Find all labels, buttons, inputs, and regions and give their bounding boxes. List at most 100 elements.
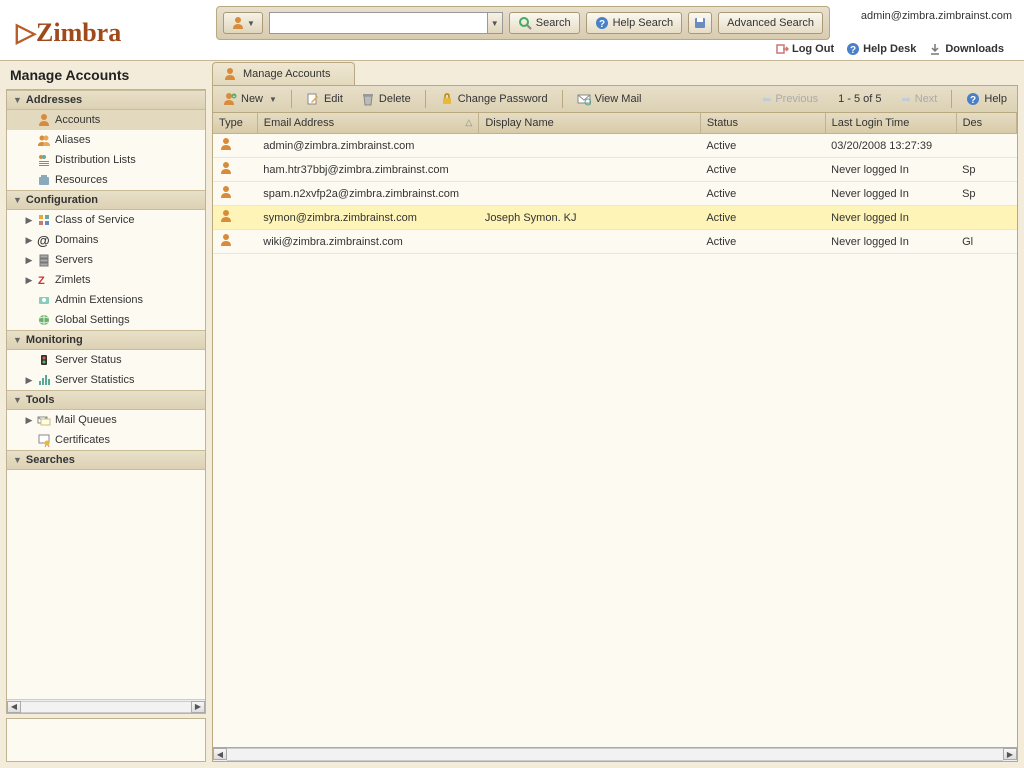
search-input-container: ▼: [269, 12, 503, 34]
downloads-link[interactable]: Downloads: [928, 42, 1004, 56]
col-desc[interactable]: Des: [956, 113, 1016, 134]
sidebar-item-class-of-service[interactable]: ▶Class of Service: [7, 210, 205, 230]
sidebar-item-server-status[interactable]: Server Status: [7, 350, 205, 370]
section-header-addresses[interactable]: ▼ Addresses: [7, 90, 205, 110]
section-header-configuration[interactable]: ▼ Configuration: [7, 190, 205, 210]
cell-email: wiki@zimbra.zimbrainst.com: [257, 230, 479, 254]
search-bar: ▼ ▼ Search ? Help Search: [216, 6, 830, 40]
col-display[interactable]: Display Name: [479, 113, 701, 134]
section-header-tools[interactable]: ▼ Tools: [7, 390, 205, 410]
col-status[interactable]: Status: [700, 113, 825, 134]
person-add-icon: +: [223, 92, 237, 106]
table-row[interactable]: spam.n2xvfp2a@zimbra.zimbrainst.comActiv…: [213, 182, 1017, 206]
search-button[interactable]: Search: [509, 12, 580, 34]
table-row[interactable]: admin@zimbra.zimbrainst.comActive03/20/2…: [213, 134, 1017, 158]
cell-desc: Sp: [956, 182, 1016, 206]
svg-text:+: +: [233, 94, 236, 100]
scroll-left-icon[interactable]: ◀: [7, 701, 21, 713]
cell-status: Active: [700, 182, 825, 206]
cell-display: [479, 134, 701, 158]
new-button[interactable]: + New ▼: [219, 90, 281, 108]
person-icon: [219, 185, 233, 199]
sidebar-item-label: Zimlets: [55, 274, 90, 286]
search-input[interactable]: [270, 17, 487, 29]
person-icon: [219, 233, 233, 247]
search-input-dropdown[interactable]: ▼: [487, 13, 502, 33]
advanced-search-button[interactable]: Advanced Search: [718, 12, 823, 34]
search-scope-dropdown[interactable]: ▼: [223, 12, 263, 34]
sidebar-item-label: Accounts: [55, 114, 100, 126]
helpdesk-link[interactable]: ?Help Desk: [846, 42, 916, 56]
view-mail-button[interactable]: View Mail: [573, 90, 646, 108]
sidebar-item-global-settings[interactable]: Global Settings: [7, 310, 205, 330]
cell-display: [479, 158, 701, 182]
col-login[interactable]: Last Login Time: [825, 113, 956, 134]
sidebar-item-zimlets[interactable]: ▶ZZimlets: [7, 270, 205, 290]
edit-icon: [306, 92, 320, 106]
pager-range: 1 - 5 of 5: [832, 93, 887, 105]
trash-icon: [361, 92, 375, 106]
section-header-searches[interactable]: ▼ Searches: [7, 450, 205, 470]
user-email: admin@zimbra.zimbrainst.com: [846, 6, 1016, 22]
person-icon: [219, 161, 233, 175]
table-row[interactable]: wiki@zimbra.zimbrainst.comActiveNever lo…: [213, 230, 1017, 254]
scroll-left-icon[interactable]: ◀: [213, 748, 227, 760]
scroll-right-icon[interactable]: ▶: [191, 701, 205, 713]
help-button[interactable]: ? Help: [962, 90, 1011, 108]
sidebar-item-servers[interactable]: ▶Servers: [7, 250, 205, 270]
previous-button[interactable]: ⬅ Previous: [758, 91, 822, 108]
change-password-button[interactable]: Change Password: [436, 90, 552, 108]
cos-icon: [37, 213, 51, 227]
sidebar-item-label: Server Statistics: [55, 374, 134, 386]
cell-status: Active: [700, 134, 825, 158]
sidebar-item-certificates[interactable]: Certificates: [7, 430, 205, 450]
search-icon: [518, 16, 532, 30]
sidebar-column: Manage Accounts ▼ AddressesAccountsAlias…: [6, 61, 206, 762]
table-row[interactable]: ham.htr37bbj@zimbra.zimbrainst.comActive…: [213, 158, 1017, 182]
cell-desc: Sp: [956, 158, 1016, 182]
cell-login: Never logged In: [825, 230, 956, 254]
save-search-button[interactable]: [688, 12, 712, 34]
arrow-left-icon: ⬅: [762, 93, 771, 106]
download-icon: [928, 42, 942, 56]
section-header-monitoring[interactable]: ▼ Monitoring: [7, 330, 205, 350]
person-icon: [223, 67, 237, 81]
stats-icon: [37, 373, 51, 387]
top-bar: ▷Zimbra ▼ ▼ Search: [0, 0, 1024, 60]
col-email[interactable]: Email Address△: [257, 113, 479, 134]
sidebar-item-accounts[interactable]: Accounts: [7, 110, 205, 130]
cell-email: admin@zimbra.zimbrainst.com: [257, 134, 479, 158]
tab-bar: Manage Accounts: [212, 61, 1018, 85]
cell-login: Never logged In: [825, 206, 956, 230]
sidebar-item-label: Certificates: [55, 434, 110, 446]
logout-link[interactable]: Log Out: [775, 42, 834, 56]
next-button[interactable]: ➡ Next: [898, 91, 942, 108]
sidebar-item-label: Admin Extensions: [55, 294, 143, 306]
sidebar-item-resources[interactable]: Resources: [7, 170, 205, 190]
sidebar-item-distribution-lists[interactable]: Distribution Lists: [7, 150, 205, 170]
save-icon: [693, 16, 707, 30]
tab-manage-accounts[interactable]: Manage Accounts: [212, 62, 355, 85]
cell-display: Joseph Symon. KJ: [479, 206, 701, 230]
scroll-right-icon[interactable]: ▶: [1003, 748, 1017, 760]
sidebar-item-label: Aliases: [55, 134, 90, 146]
sidebar-item-mail-queues[interactable]: ▶Mail Queues: [7, 410, 205, 430]
sidebar-item-label: Server Status: [55, 354, 122, 366]
sidebar-item-admin-extensions[interactable]: Admin Extensions: [7, 290, 205, 310]
sidebar: ▼ Addresses Accounts Aliases Distribution L…: [6, 89, 206, 714]
col-type[interactable]: Type: [213, 113, 257, 134]
sidebar-hscrollbar[interactable]: ◀ ▶: [7, 699, 205, 713]
content-hscrollbar[interactable]: ◀ ▶: [212, 748, 1018, 762]
sidebar-bottom-pane: [6, 718, 206, 762]
svg-text:Z: Z: [38, 275, 45, 287]
delete-button[interactable]: Delete: [357, 90, 415, 108]
table-row[interactable]: symon@zimbra.zimbrainst.comJoseph Symon.…: [213, 206, 1017, 230]
cell-login: Never logged In: [825, 158, 956, 182]
help-search-button[interactable]: ? Help Search: [586, 12, 683, 34]
sidebar-item-domains[interactable]: ▶@Domains: [7, 230, 205, 250]
sidebar-item-aliases[interactable]: Aliases: [7, 130, 205, 150]
sidebar-item-server-statistics[interactable]: ▶Server Statistics: [7, 370, 205, 390]
edit-button[interactable]: Edit: [302, 90, 347, 108]
content-toolbar: + New ▼ Edit Delete Change Password: [212, 85, 1018, 113]
svg-text:?: ?: [970, 95, 976, 106]
